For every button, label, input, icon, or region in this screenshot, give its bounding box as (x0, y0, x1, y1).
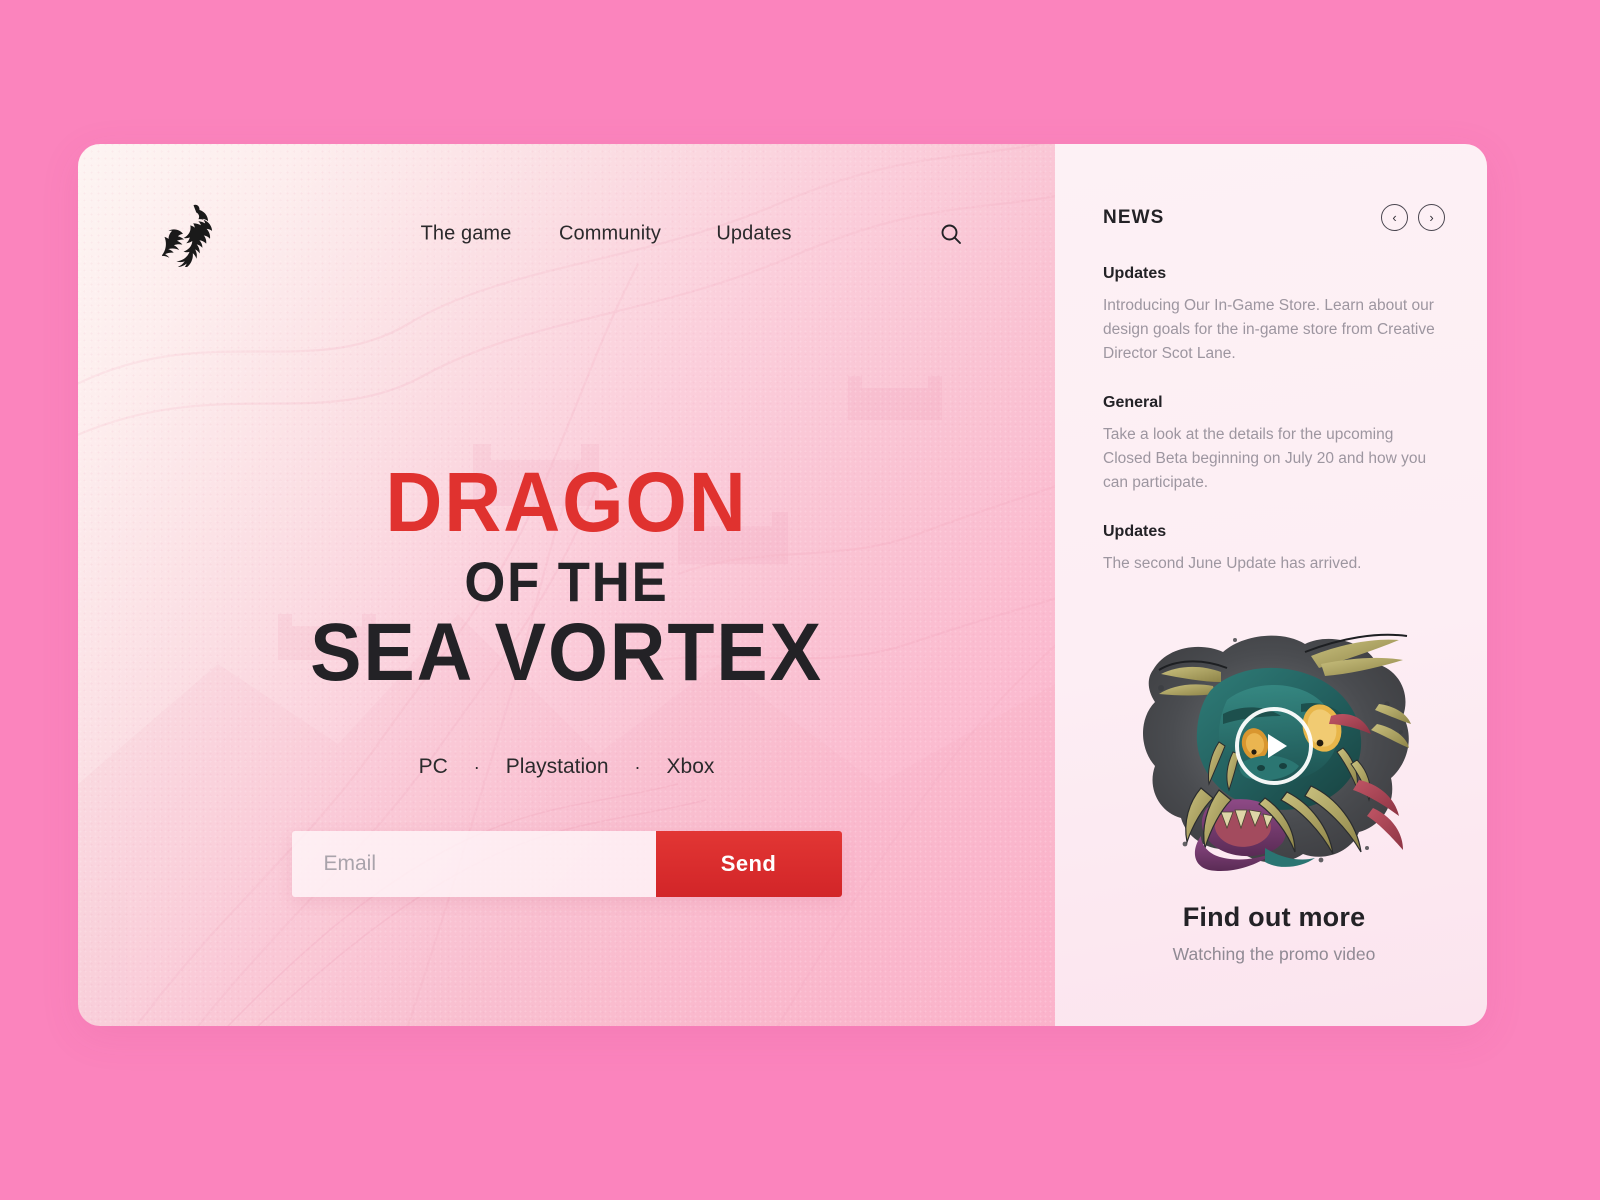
news-item[interactable]: Updates Introducing Our In-Game Store. L… (1103, 265, 1445, 366)
search-icon[interactable] (935, 218, 967, 250)
nav-link-community[interactable]: Community (536, 223, 684, 246)
main-nav: The game Community Updates (396, 223, 824, 246)
platform-separator-icon: · (473, 757, 480, 778)
news-item[interactable]: General Take a look at the details for t… (1103, 394, 1445, 495)
chevron-left-icon[interactable]: ‹ (1381, 204, 1408, 231)
send-button[interactable]: Send (655, 831, 842, 898)
nav-link-updates[interactable]: Updates (684, 223, 824, 246)
news-header: NEWS ‹ › (1103, 204, 1445, 231)
news-item[interactable]: Updates The second June Update has arriv… (1103, 523, 1445, 576)
email-signup-form: Send (291, 831, 842, 898)
news-panel: NEWS ‹ › Updates Introducing Our In-Game… (1055, 144, 1487, 1026)
platform-list: PC · Playstation · Xbox (78, 755, 1055, 779)
news-title: NEWS (1103, 206, 1165, 228)
hero-panel: The game Community Updates DRAGON OF THE… (78, 144, 1055, 1026)
chevron-right-icon[interactable]: › (1418, 204, 1445, 231)
play-icon[interactable] (1235, 707, 1313, 786)
news-item-body: The second June Update has arrived. (1103, 555, 1362, 573)
nav-link-the-game[interactable]: The game (396, 223, 536, 246)
news-item-body: Introducing Our In-Game Store. Learn abo… (1103, 297, 1435, 363)
email-field[interactable] (291, 831, 656, 898)
page-title-secondary: OF THE (464, 549, 669, 613)
platform-pc[interactable]: PC (419, 755, 448, 779)
platform-xbox[interactable]: Xbox (667, 755, 715, 779)
promo-subtitle: Watching the promo video (1172, 944, 1376, 965)
landing-page-card: The game Community Updates DRAGON OF THE… (78, 144, 1487, 1026)
video-promo: Find out more Watching the promo video (1103, 612, 1445, 965)
news-item-label: Updates (1103, 265, 1167, 282)
news-item-label: General (1103, 394, 1163, 412)
page-title-primary: DRAGON (385, 455, 748, 549)
site-header: The game Community Updates (78, 194, 1055, 274)
page-title-tertiary: SEA VORTEX (310, 607, 823, 699)
dragon-logo-icon[interactable] (162, 201, 216, 267)
platform-playstation[interactable]: Playstation (506, 755, 609, 779)
platform-separator-icon: · (634, 757, 641, 778)
dragon-artwork-thumbnail[interactable] (1115, 612, 1433, 880)
hero-content: DRAGON OF THE SEA VORTEX PC · Playstatio… (78, 455, 1055, 898)
news-item-body: Take a look at the details for the upcom… (1103, 426, 1427, 492)
news-item-label: Updates (1103, 523, 1167, 541)
news-nav: ‹ › (1381, 204, 1445, 231)
promo-title: Find out more (1182, 902, 1366, 933)
